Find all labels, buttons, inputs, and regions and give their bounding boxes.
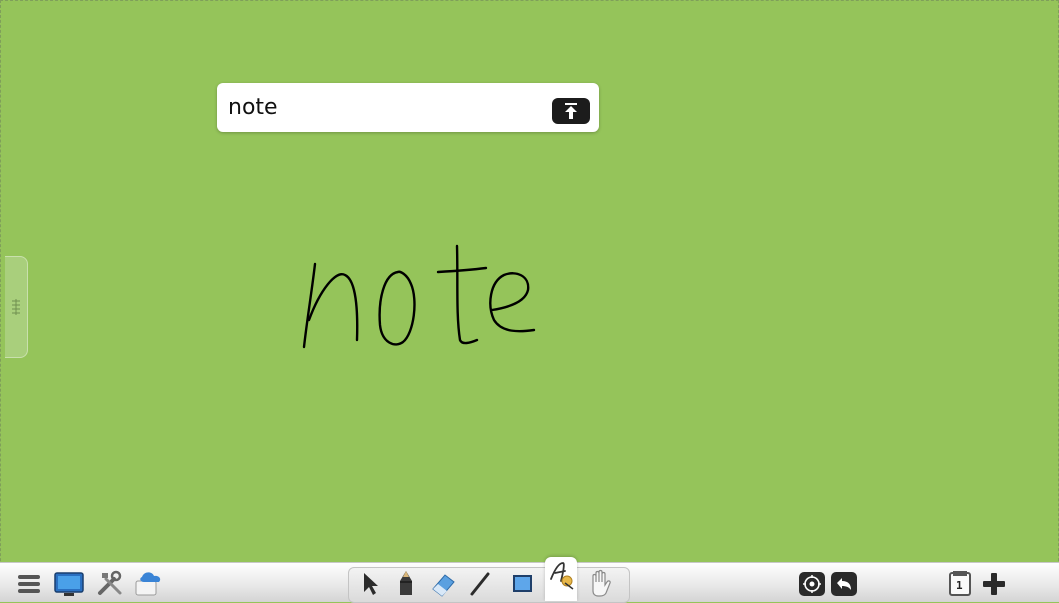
menu-icon xyxy=(18,575,40,593)
line-icon xyxy=(470,572,490,596)
resources-button[interactable] xyxy=(132,567,164,599)
shape-tool[interactable] xyxy=(506,567,538,599)
locate-button[interactable] xyxy=(796,567,828,599)
rectangle-icon xyxy=(513,575,532,592)
locate-icon xyxy=(799,572,825,596)
cloud-icon xyxy=(135,572,161,596)
pencil-icon xyxy=(400,571,412,595)
monitor-icon xyxy=(54,572,84,596)
undo-icon xyxy=(831,572,857,596)
insert-text-button[interactable] xyxy=(552,98,590,124)
handwriting-recognition-tool[interactable] xyxy=(545,557,577,601)
whiteboard-canvas[interactable]: note xyxy=(0,0,1059,562)
line-tool[interactable] xyxy=(464,567,496,599)
page-number: 1 xyxy=(956,579,963,592)
page-list-button[interactable]: 1 xyxy=(944,567,976,599)
menu-button[interactable] xyxy=(14,567,46,599)
bottom-toolbar: 1 xyxy=(0,557,1059,603)
eraser-icon xyxy=(432,574,455,597)
display-button[interactable] xyxy=(52,567,84,599)
upload-icon xyxy=(565,103,577,119)
side-panel-handle[interactable] xyxy=(5,256,28,358)
tools-icon xyxy=(98,570,122,595)
hand-pan-icon xyxy=(592,569,611,597)
recognition-result-bar: note xyxy=(217,83,599,132)
add-page-button[interactable] xyxy=(978,567,1010,599)
undo-button[interactable] xyxy=(828,567,860,599)
eraser-tool[interactable] xyxy=(427,567,459,599)
handwriting-recognition-icon xyxy=(550,562,574,590)
grip-icon xyxy=(12,299,20,315)
add-page-icon xyxy=(983,573,1005,595)
select-icon xyxy=(364,573,378,595)
pan-tool[interactable] xyxy=(584,567,616,599)
tools-button[interactable] xyxy=(94,567,126,599)
pen-tool[interactable] xyxy=(390,567,422,599)
recognized-text: note xyxy=(228,95,278,120)
select-tool[interactable] xyxy=(354,567,386,599)
